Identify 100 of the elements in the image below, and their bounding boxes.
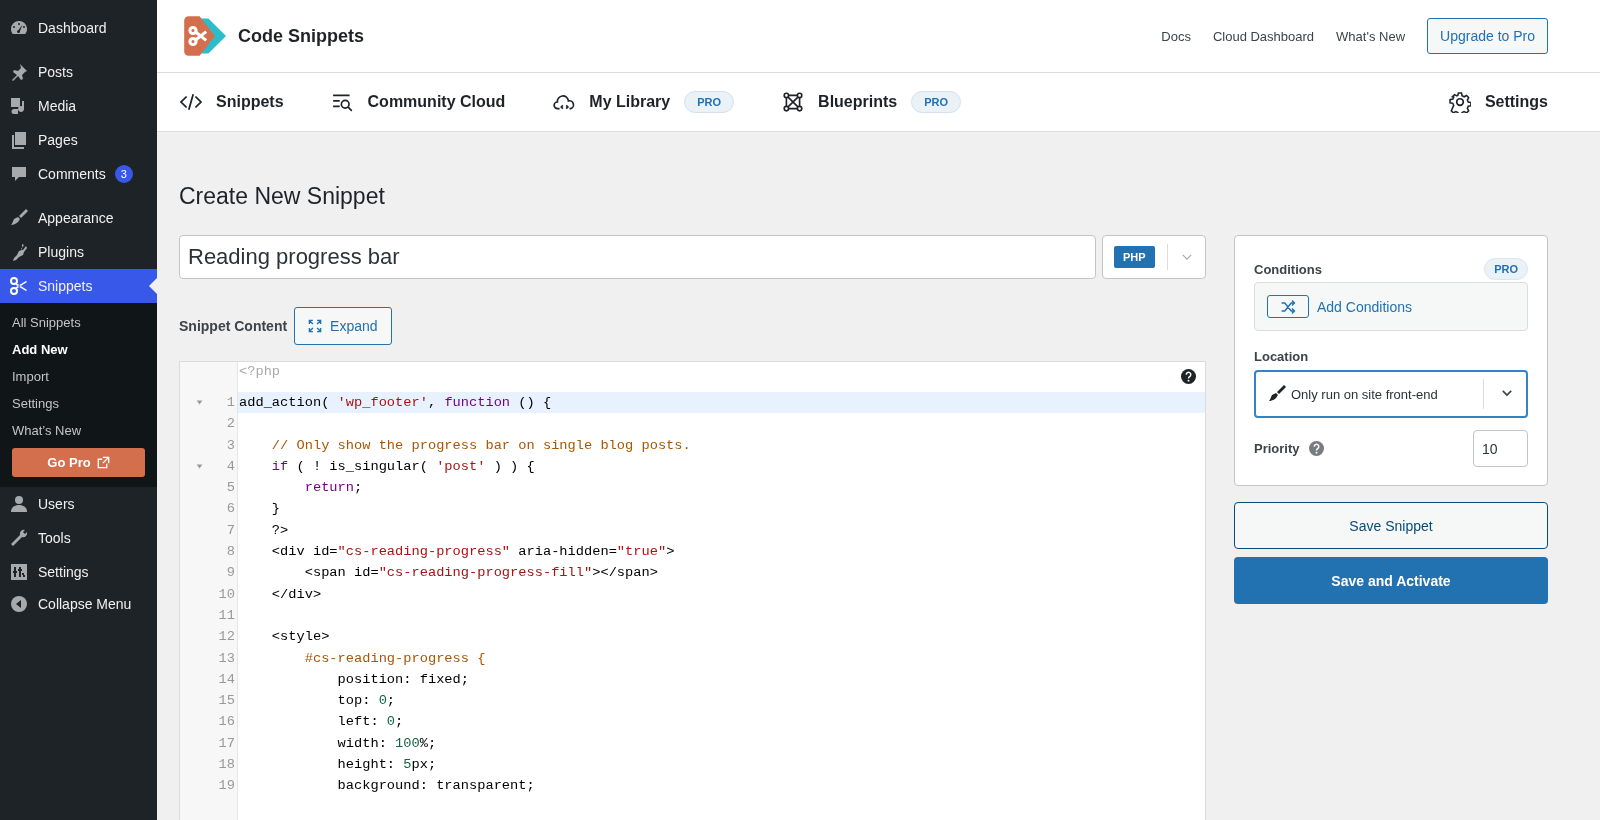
upgrade-button[interactable]: Upgrade to Pro <box>1427 18 1548 54</box>
menu-item[interactable]: Snippets <box>0 269 157 303</box>
external-link-icon <box>96 456 110 469</box>
line-number: 6 <box>226 500 235 519</box>
line-number: 15 <box>218 692 235 711</box>
menu-item[interactable]: Users <box>0 487 157 521</box>
help-icon <box>1308 441 1324 456</box>
help-icon <box>1181 369 1196 384</box>
pages-icon <box>9 130 29 150</box>
section-label: Snippet Content <box>179 318 288 334</box>
submenu-item[interactable]: What’s New <box>0 417 157 444</box>
menu-item[interactable]: Posts <box>0 55 157 89</box>
collapse-menu[interactable]: Collapse Menu <box>0 587 157 621</box>
menu-item[interactable]: Settings <box>0 555 157 589</box>
line-number: 11 <box>218 606 235 625</box>
code-line: <span id="cs-reading-progress-fill"></span> <box>303 564 659 583</box>
code-line: position: fixed; <box>336 670 470 689</box>
settings-tab[interactable]: Settings <box>1448 91 1548 113</box>
line-number: 9 <box>226 564 235 583</box>
code-line: // Only show the progress bar on single blog posts. <box>270 436 692 455</box>
field-label: Conditions <box>1254 261 1322 277</box>
submenu-item[interactable]: Settings <box>0 390 157 417</box>
menu-label: Tools <box>38 530 71 546</box>
code-line: #cs-reading-progress { <box>303 649 487 668</box>
user-icon <box>9 494 29 514</box>
nodes-icon <box>782 91 805 113</box>
code-line: <style> <box>270 628 331 647</box>
line-number: 8 <box>226 543 235 562</box>
menu-label: Appearance <box>38 210 114 226</box>
menu-label: Posts <box>38 64 73 80</box>
brand-name: Code Snippets <box>238 25 364 47</box>
pro-badge: PRO <box>684 91 735 113</box>
line-number: 2 <box>226 415 235 434</box>
menu-item[interactable]: Pages <box>0 123 157 157</box>
settings-icon <box>1448 91 1471 113</box>
brush-icon <box>1267 384 1287 404</box>
nav-tab[interactable]: My Library PRO <box>553 91 735 113</box>
nav-tab[interactable]: Blueprints PRO <box>782 91 962 113</box>
line-number: 19 <box>218 777 235 796</box>
line-number: 3 <box>226 436 235 455</box>
sliders-icon <box>9 562 29 582</box>
expand-button[interactable]: Expand <box>294 307 392 345</box>
menu-item[interactable]: Dashboard <box>0 11 157 45</box>
code-line: background: transparent; <box>336 777 536 796</box>
line-number: 5 <box>226 479 235 498</box>
menu-item[interactable]: Appearance <box>0 201 157 235</box>
line-number: 7 <box>226 521 235 540</box>
submenu-item[interactable]: All Snippets <box>0 309 157 336</box>
wrench-icon <box>9 528 29 548</box>
menu-label: Dashboard <box>38 20 107 36</box>
code-icon <box>180 91 202 113</box>
code-line: <div id="cs-reading-progress" aria-hidden="true"> <box>270 543 676 562</box>
count-badge: 3 <box>114 165 133 183</box>
language-select[interactable]: PHP <box>1102 235 1206 279</box>
save-activate-button[interactable]: Save and Activate <box>1234 557 1548 604</box>
line-number: 1 <box>226 394 235 412</box>
save-snippet-button[interactable]: Save Snippet <box>1234 502 1548 549</box>
header-link[interactable]: Docs <box>1161 28 1191 44</box>
location-select[interactable]: Only run on site front-end <box>1254 370 1528 418</box>
snippet-name-field[interactable]: Reading progress bar <box>179 235 1096 279</box>
menu-label: Snippets <box>38 278 93 294</box>
code-line: </div> <box>270 585 323 604</box>
comment-icon <box>9 164 29 184</box>
line-number: 4 <box>226 457 235 476</box>
line-number: 16 <box>218 713 235 732</box>
code-line: } <box>270 500 282 519</box>
menu-label: Settings <box>38 564 89 580</box>
menu-label: Comments <box>38 166 106 182</box>
code-line: height: 5px; <box>336 756 438 775</box>
submenu-item[interactable]: Import <box>0 363 157 390</box>
menu-item[interactable]: Plugins <box>0 235 157 269</box>
code-line: top: 0; <box>336 692 397 711</box>
line-number: 10 <box>218 585 235 604</box>
expand-icon <box>308 319 323 333</box>
add-conditions-button[interactable]: Add Conditions <box>1254 282 1528 331</box>
menu-item[interactable]: Tools <box>0 521 157 555</box>
shuffle-icon <box>1280 298 1296 315</box>
shuffle-button[interactable] <box>1267 295 1309 318</box>
line-number: 13 <box>218 649 235 668</box>
menu-item[interactable]: Comments 3 <box>0 157 157 191</box>
menu-item[interactable]: Media <box>0 89 157 123</box>
header-link[interactable]: What's New <box>1336 28 1406 44</box>
code-line: if ( ! is_singular( 'post' ) ) { <box>270 457 536 476</box>
nav-tab[interactable]: Community Cloud <box>331 91 506 113</box>
menu-label: Users <box>38 496 75 512</box>
scissors-icon <box>9 276 29 296</box>
code-line: left: 0; <box>336 713 405 732</box>
line-number: 14 <box>218 670 235 689</box>
code-line: ?> <box>270 521 290 540</box>
collapse-icon <box>9 594 29 614</box>
submenu-item[interactable]: Add New <box>0 336 157 363</box>
priority-field[interactable]: 10 <box>1473 430 1528 467</box>
menu-label: Pages <box>38 132 78 148</box>
code-line: return; <box>303 479 364 498</box>
code-line: <?php <box>238 363 281 381</box>
field-label: Priority <box>1254 441 1300 456</box>
nav-tab[interactable]: Snippets <box>180 91 284 113</box>
header-link[interactable]: Cloud Dashboard <box>1212 28 1315 44</box>
menu-label: Media <box>38 98 77 114</box>
line-number: 18 <box>218 756 235 775</box>
